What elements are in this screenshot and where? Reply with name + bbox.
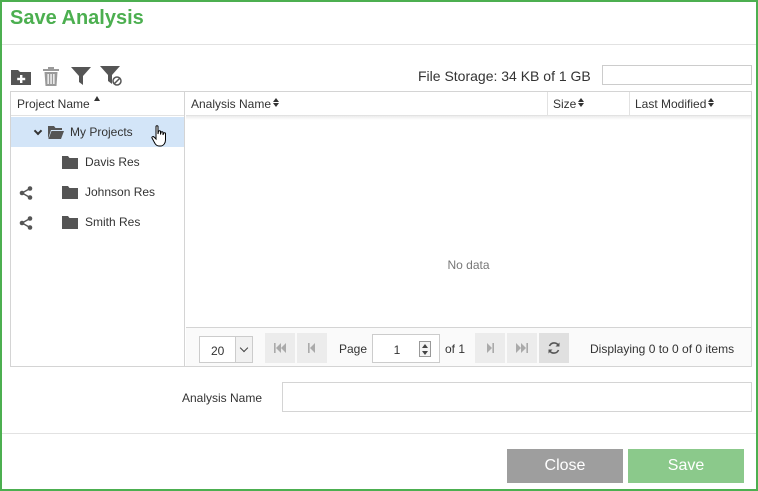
hand-cursor-icon	[151, 125, 166, 147]
analysis-name-input[interactable]	[282, 382, 752, 412]
share-icon[interactable]	[19, 216, 33, 230]
project-tree: Project Name My Projects Davis Res Johns…	[11, 92, 185, 366]
close-button[interactable]: Close	[507, 449, 623, 483]
filter-icon[interactable]	[70, 65, 92, 87]
next-page-button[interactable]	[475, 333, 505, 363]
title-divider	[2, 44, 756, 45]
first-page-button[interactable]	[265, 333, 295, 363]
tree-item-label: My Projects	[70, 125, 133, 139]
page-size-value: 20	[211, 344, 225, 358]
save-button[interactable]: Save	[628, 449, 744, 483]
tree-item-label: Smith Res	[85, 215, 141, 229]
tree-item-label: Johnson Res	[85, 185, 156, 199]
last-page-button[interactable]	[507, 333, 537, 363]
sort-icon	[708, 97, 715, 108]
sort-icon	[273, 97, 280, 108]
previous-page-button[interactable]	[297, 333, 327, 363]
next-page-icon	[487, 343, 494, 353]
analysis-name-label: Analysis Name	[182, 391, 263, 405]
pagination-bar: 20 Page 1 of 1 Displaying 0 to 0 of 0 it…	[186, 327, 751, 366]
sort-icon	[578, 97, 585, 108]
page-stepper[interactable]	[419, 341, 431, 357]
tree-item-label: Davis Res	[85, 155, 140, 169]
open-folder-icon	[48, 126, 64, 139]
previous-page-icon	[308, 343, 315, 353]
displaying-items-label: Displaying 0 to 0 of 0 items	[590, 342, 735, 356]
trash-icon[interactable]	[40, 65, 62, 87]
size-column-header[interactable]: Size	[547, 92, 629, 116]
refresh-button[interactable]	[539, 333, 569, 363]
column-header-label: Analysis Name	[191, 97, 272, 111]
column-header-label: Last Modified	[635, 97, 707, 111]
column-header-label: Size	[553, 97, 577, 111]
analysis-grid: Analysis Name Size Last Modified No data…	[186, 92, 751, 366]
last-modified-column-header[interactable]: Last Modified	[629, 92, 751, 116]
chevron-down-icon[interactable]	[235, 337, 252, 362]
page-label: Page	[339, 342, 368, 356]
footer-divider	[2, 433, 756, 434]
share-icon[interactable]	[19, 186, 33, 200]
folder-icon	[62, 216, 78, 229]
folder-icon	[62, 186, 78, 199]
page-size-select[interactable]: 20	[199, 336, 253, 363]
page-number-input[interactable]: 1	[372, 334, 440, 363]
new-folder-icon[interactable]	[10, 65, 32, 87]
dialog-title: Save Analysis	[10, 7, 144, 29]
project-name-header-label: Project Name	[17, 97, 90, 111]
sort-ascending-icon	[93, 96, 100, 101]
clear-filter-icon[interactable]	[100, 65, 122, 87]
chevron-down-icon[interactable]	[33, 126, 43, 136]
last-page-icon	[516, 343, 528, 353]
save-analysis-dialog: Save Analysis File Storage: 34 KB of 1 G…	[0, 0, 758, 491]
total-pages-label: of 1	[445, 342, 466, 356]
project-name-column-header[interactable]: Project Name	[11, 92, 184, 116]
file-storage-label: File Storage: 34 KB of 1 GB	[418, 68, 591, 84]
tree-item-my-projects[interactable]: My Projects	[11, 117, 184, 147]
folder-icon	[62, 156, 78, 169]
grid-header-shadow	[186, 116, 751, 120]
no-data-message: No data	[447, 258, 490, 272]
first-page-icon	[274, 343, 286, 353]
search-input[interactable]	[602, 65, 752, 85]
tree-item-johnson-res[interactable]: Johnson Res	[11, 177, 184, 207]
file-browser-panel: Project Name My Projects Davis Res Johns…	[10, 91, 752, 367]
analysis-name-column-header[interactable]: Analysis Name	[186, 92, 547, 116]
tree-item-smith-res[interactable]: Smith Res	[11, 207, 184, 237]
refresh-icon	[548, 342, 560, 354]
page-number-value: 1	[393, 343, 401, 357]
tree-item-davis-res[interactable]: Davis Res	[11, 147, 184, 177]
